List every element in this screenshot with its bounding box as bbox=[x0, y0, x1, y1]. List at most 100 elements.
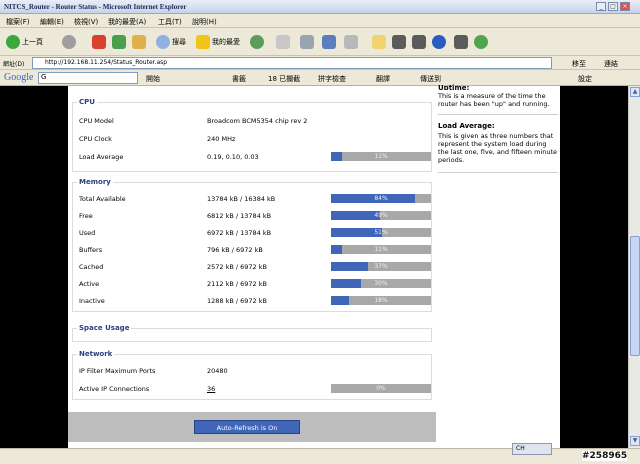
memory-row-value: 796 kB / 6972 kB bbox=[207, 246, 263, 254]
memory-usage-bar: 49% bbox=[331, 211, 431, 220]
vertical-scrollbar[interactable]: ▲ ▼ bbox=[628, 86, 640, 448]
messenger-icon bbox=[474, 35, 488, 49]
load-average-bar: 11% bbox=[331, 152, 431, 161]
discuss-button[interactable] bbox=[344, 34, 358, 50]
messenger-button[interactable] bbox=[474, 34, 488, 50]
menu-file[interactable]: 檔案(F) bbox=[6, 17, 30, 27]
page-viewport: CPU CPU Model Broadcom BCM5354 chip rev … bbox=[0, 84, 628, 448]
sendto-button[interactable]: 傳送到 bbox=[420, 74, 441, 84]
address-label: 網址(D) bbox=[3, 61, 25, 68]
cpu-section: CPU CPU Model Broadcom BCM5354 chip rev … bbox=[72, 98, 432, 172]
menu-favorites[interactable]: 我的最愛(A) bbox=[108, 17, 146, 27]
print-icon bbox=[300, 35, 314, 49]
address-input[interactable]: http://192.168.11.254/Status_Router.asp bbox=[32, 57, 552, 69]
k-button-1[interactable] bbox=[392, 34, 406, 50]
home-button[interactable] bbox=[132, 34, 146, 50]
sidebar-divider bbox=[438, 114, 558, 115]
cpu-model-value: Broadcom BCM5354 chip rev 2 bbox=[207, 117, 308, 125]
search-button[interactable]: 搜尋 bbox=[156, 34, 186, 50]
google-settings-button[interactable]: 設定 bbox=[578, 74, 592, 84]
spellcheck-button[interactable]: 拼字檢查 bbox=[318, 74, 346, 84]
memory-section: Memory Total Available 13784 kB / 16384 … bbox=[72, 178, 432, 312]
print-button[interactable] bbox=[300, 34, 314, 50]
favorites-label: 我的最愛 bbox=[212, 38, 240, 46]
memory-section-title: Memory bbox=[77, 178, 113, 186]
edit-icon bbox=[322, 35, 336, 49]
go-button[interactable]: 移至 bbox=[572, 59, 586, 69]
cpu-section-title: CPU bbox=[77, 98, 97, 106]
connections-bar: 0% bbox=[331, 384, 431, 393]
notes-button[interactable] bbox=[372, 34, 386, 50]
load-average-help-title: Load Average: bbox=[438, 122, 495, 130]
bluetooth-button[interactable] bbox=[432, 34, 446, 50]
memory-row: Total Available 13784 kB / 16384 kB 84% bbox=[77, 191, 431, 207]
ip-filter-label: IP Filter Maximum Ports bbox=[79, 367, 156, 375]
history-button[interactable] bbox=[250, 34, 264, 50]
memory-row: Used 6972 kB / 13784 kB 51% bbox=[77, 225, 431, 241]
watermark: #258965 bbox=[582, 451, 628, 461]
connections-percent: 0% bbox=[376, 385, 386, 392]
refresh-icon bbox=[112, 35, 126, 49]
memory-row-label: Free bbox=[79, 212, 93, 220]
maximize-button[interactable]: □ bbox=[608, 2, 618, 11]
load-average-label: Load Average bbox=[79, 153, 124, 161]
scrollbar-thumb[interactable] bbox=[630, 236, 640, 356]
k-button-3[interactable] bbox=[454, 34, 468, 50]
memory-row-label: Inactive bbox=[79, 297, 105, 305]
back-arrow-icon bbox=[6, 35, 20, 49]
ime-indicator[interactable]: CH bbox=[512, 443, 552, 455]
network-section-title: Network bbox=[77, 350, 115, 358]
menu-edit[interactable]: 編輯(E) bbox=[40, 17, 64, 27]
mail-button[interactable] bbox=[276, 34, 290, 50]
uptime-help-title: Uptime: bbox=[438, 84, 470, 90]
active-connections-link[interactable]: 36 bbox=[207, 385, 215, 393]
google-search-input[interactable]: G bbox=[38, 72, 138, 84]
toolbar: 上一頁 搜尋 我的最愛 bbox=[0, 28, 640, 56]
address-bar: 網址(D) http://192.168.11.254/Status_Route… bbox=[0, 56, 640, 70]
menu-view[interactable]: 檢視(V) bbox=[74, 17, 98, 27]
window-titlebar: NITCS_Router - Router Status - Microsoft… bbox=[0, 0, 640, 14]
refresh-button[interactable] bbox=[112, 34, 126, 50]
google-start-button[interactable]: 開始 bbox=[146, 74, 160, 84]
menu-tools[interactable]: 工具(T) bbox=[158, 17, 182, 27]
google-bookmarks-button[interactable]: 書籤 bbox=[232, 74, 246, 84]
close-button[interactable]: × bbox=[620, 2, 630, 11]
forward-button[interactable] bbox=[62, 34, 76, 50]
auto-refresh-button[interactable]: Auto-Refresh is On bbox=[194, 420, 300, 434]
memory-row: Inactive 1288 kB / 6972 kB 18% bbox=[77, 293, 431, 309]
memory-usage-percent: 11% bbox=[374, 246, 388, 253]
load-average-value: 0.19, 0.10, 0.03 bbox=[207, 153, 259, 161]
memory-usage-bar: 18% bbox=[331, 296, 431, 305]
cpu-clock-label: CPU Clock bbox=[79, 135, 112, 143]
uptime-help: Uptime: This is a measure of the time th… bbox=[438, 84, 558, 108]
note-icon bbox=[372, 35, 386, 49]
back-button[interactable]: 上一頁 bbox=[6, 34, 43, 50]
star-icon bbox=[196, 35, 210, 49]
network-section: Network IP Filter Maximum Ports 20480 Ac… bbox=[72, 350, 432, 400]
memory-row-label: Total Available bbox=[79, 195, 126, 203]
memory-row-value: 2572 kB / 6972 kB bbox=[207, 263, 267, 271]
scroll-up-arrow-icon[interactable]: ▲ bbox=[630, 87, 640, 97]
search-icon bbox=[156, 35, 170, 49]
minimize-button[interactable]: _ bbox=[596, 2, 606, 11]
menu-help[interactable]: 說明(H) bbox=[192, 17, 217, 27]
popup-blocked-button[interactable]: 18 已攔截 bbox=[268, 74, 300, 84]
search-label: 搜尋 bbox=[172, 38, 186, 46]
ip-filter-value: 20480 bbox=[207, 367, 228, 375]
uptime-help-text: This is a measure of the time the router… bbox=[438, 92, 550, 108]
memory-row-value: 6972 kB / 13784 kB bbox=[207, 229, 272, 237]
stop-button[interactable] bbox=[92, 34, 106, 50]
memory-row-label: Active bbox=[79, 280, 100, 288]
scroll-down-arrow-icon[interactable]: ▼ bbox=[630, 436, 640, 446]
edit-button[interactable] bbox=[322, 34, 336, 50]
translate-button[interactable]: 翻譯 bbox=[376, 74, 390, 84]
menu-bar: 檔案(F) 編輯(E) 檢視(V) 我的最愛(A) 工具(T) 說明(H) bbox=[0, 14, 640, 28]
favorites-button[interactable]: 我的最愛 bbox=[196, 34, 240, 50]
discuss-icon bbox=[344, 35, 358, 49]
cpu-model-row: CPU Model Broadcom BCM5354 chip rev 2 bbox=[77, 113, 429, 129]
links-button[interactable]: 連結 bbox=[604, 59, 618, 69]
memory-row-label: Buffers bbox=[79, 246, 103, 254]
k-button-2[interactable] bbox=[412, 34, 426, 50]
memory-usage-bar: 11% bbox=[331, 245, 431, 254]
memory-usage-bar: 37% bbox=[331, 262, 431, 271]
